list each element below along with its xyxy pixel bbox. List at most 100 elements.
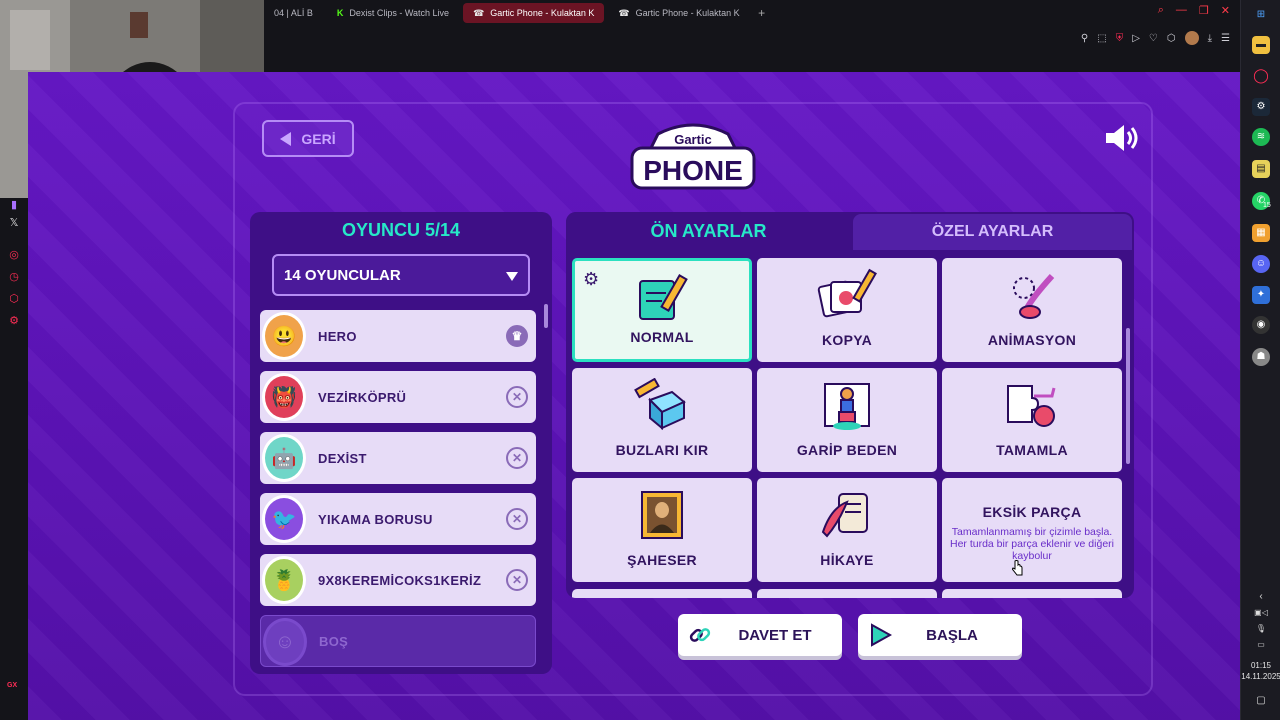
close-icon[interactable]: ✕ [1221,4,1230,17]
browser-extensions: ⚲ ⬚ ⛨ ▷ ♡ ⬡ ⤓ ☰ [1081,31,1230,45]
extensions-icon[interactable]: ⬡ [7,292,21,306]
mode-kopya[interactable]: KOPYA [757,258,937,362]
painting-icon [641,491,683,539]
browser-tab-active[interactable]: ☎ Gartic Phone - Kulaktan K [463,3,605,23]
notepad-pencil-icon [639,274,688,320]
maximize-icon[interactable]: ❐ [1199,4,1209,17]
network-icon[interactable]: ✦ [1252,286,1270,304]
extensions-icon[interactable]: ⬡ [1167,33,1176,44]
opera-gx-icon[interactable]: ◯ [1252,66,1270,84]
mode-buzlari-kir[interactable]: BUZLARI KIR [572,368,752,472]
notification-badge: 15 [1263,202,1271,209]
player-row: 👹 VEZİRKÖPRÜ ✕ [260,371,536,423]
remove-player-icon[interactable]: ✕ [506,508,528,530]
discord-icon[interactable]: ☺ [1252,255,1270,273]
hand-cursor-icon [1012,560,1023,576]
search-icon[interactable]: ⌕ [1158,4,1164,17]
new-tab-button[interactable]: + [754,6,770,20]
mode-normal[interactable]: ⚙ NORMAL [572,258,752,362]
player-row: 🍍 9X8KEREMİCOKS1KERİZ ✕ [260,554,536,606]
tab-presets[interactable]: ÖN AYARLAR [566,212,851,250]
history-icon[interactable]: ◷ [7,270,21,284]
browser-tab[interactable]: 04 | ALİ B [264,3,323,23]
players-scrollbar[interactable] [544,304,548,328]
file-explorer-icon[interactable]: ▬ [1252,36,1270,54]
calendar-icon[interactable]: ▦ [1252,224,1270,242]
settings-icon[interactable]: ⚙ [7,314,21,328]
pin-icon[interactable]: ⚲ [1081,33,1088,44]
app-icon[interactable]: ◉ [1252,316,1270,334]
shield-icon[interactable]: ⛨ [1116,33,1124,44]
player-avatar: 😃 [262,312,306,360]
back-button[interactable]: GERİ [262,120,354,157]
remove-player-icon[interactable]: ✕ [506,569,528,591]
mode-hikaye[interactable]: HİKAYE [757,478,937,582]
settings-panel: ÖN AYARLAR ÖZEL AYARLAR ⚙ NORMAL KOPYA A… [566,212,1134,598]
mode-description: Tamamlanmamış bir çizimle başla. Her tur… [950,526,1114,562]
notifications-icon[interactable]: ▢ [1252,692,1270,710]
profile-avatar[interactable] [1184,31,1199,45]
clock-time: 01:15 [1250,661,1272,670]
mode-label: TAMAMLA [996,442,1068,458]
player-name: 9X8KEREMİCOKS1KERİZ [318,572,482,588]
back-label: GERİ [301,130,336,147]
mode-label: EKSİK PARÇA [982,504,1082,520]
animation-brush-icon [1013,273,1055,319]
mode-tamamla[interactable]: TAMAMLA [942,368,1122,472]
player-row: 😃 HERO ♛ [260,310,536,362]
remove-player-icon[interactable]: ✕ [506,386,528,408]
remove-player-icon[interactable]: ✕ [506,447,528,469]
settings-scrollbar[interactable] [1126,328,1130,464]
minimize-icon[interactable]: — [1176,4,1187,17]
browser-tab[interactable]: ☎ Gartic Phone - Kulaktan K [608,3,749,23]
sound-icon[interactable] [1104,122,1140,154]
dropdown-value: 14 OYUNCULAR [284,266,401,284]
x-icon[interactable]: 𝕏 [7,216,21,230]
tab-title: Gartic Phone - Kulaktan K [490,8,595,18]
invite-button[interactable]: DAVET ET [678,614,842,656]
gx-sidebar: ▮ 𝕏 ◎ ◷ ⬡ ⚙ [0,198,28,720]
players-panel: OYUNCU 5/14 14 OYUNCULAR 😃 HERO ♛ 👹 VEZİ… [250,212,552,674]
game-page: GERİ Gartic PHONE OYUNCU 5/14 14 OYUNCUL… [28,72,1240,720]
tab-bar: 04 | ALİ B K Dexist Clips - Watch Live ☎ G… [264,2,770,24]
player-icon[interactable]: ◎ [7,248,21,262]
gx-label: GX [7,682,18,689]
spotify-icon[interactable]: ≋ [1252,128,1270,146]
mode-card-partial[interactable] [572,589,752,598]
start-button[interactable]: BAŞLA [858,614,1022,656]
player-name: YIKAMA BORUSU [318,511,433,527]
screenshot-icon[interactable]: ⬚ [1097,33,1106,44]
max-players-dropdown[interactable]: 14 OYUNCULAR [272,254,530,296]
browser-tab[interactable]: K Dexist Clips - Watch Live [327,3,459,23]
mode-garip-beden[interactable]: GARİP BEDEN [757,368,937,472]
mode-animasyon[interactable]: ANİMASYON [942,258,1122,362]
twitch-icon[interactable]: ▮ [7,198,21,212]
heart-icon[interactable]: ♡ [1149,33,1158,44]
mode-saheser[interactable]: ŞAHESER [572,478,752,582]
mode-label: GARİP BEDEN [796,442,898,458]
kick-icon: K [336,8,344,18]
display-icon[interactable]: ▭ [1252,636,1270,654]
mode-label: HİKAYE [820,552,874,568]
crown-icon: ♛ [506,325,528,347]
windows-start-icon[interactable]: ⊞ [1252,6,1270,24]
menu-icon[interactable]: ☰ [1221,33,1230,44]
clock[interactable]: 01:15 14.11.2025 [1241,660,1280,682]
invite-label: DAVET ET [738,626,812,644]
mode-card-partial[interactable] [757,589,937,598]
notes-icon[interactable]: ▤ [1252,160,1270,178]
gear-icon[interactable]: ⚙ [583,269,599,290]
player-avatar: 👹 [262,373,306,421]
player-name: DEXİST [318,450,367,466]
steam-icon[interactable]: ⚙ [1252,98,1270,116]
app-icon[interactable]: ☗ [1252,348,1270,366]
mode-card-partial[interactable] [942,589,1122,598]
tab-custom-settings[interactable]: ÖZEL AYARLAR [853,214,1132,250]
mode-eksik-parca[interactable]: EKSİK PARÇA Tamamlanmamış bir çizimle ba… [942,478,1122,582]
download-icon[interactable]: ⤓ [1208,33,1212,44]
empty-avatar: ☺ [263,618,307,666]
windows-taskbar: ⊞ ▬ ◯ ⚙ ≋ ▤ ✆ 15 ▦ ☺ ✦ ◉ ☗ ‹ ▣◁ 🎙 ▭ 01:1… [1240,0,1280,720]
tab-title: Gartic Phone - Kulaktan K [635,8,740,18]
play-icon[interactable]: ▷ [1132,33,1140,44]
window-controls: ⌕ — ❐ ✕ [1158,4,1230,17]
